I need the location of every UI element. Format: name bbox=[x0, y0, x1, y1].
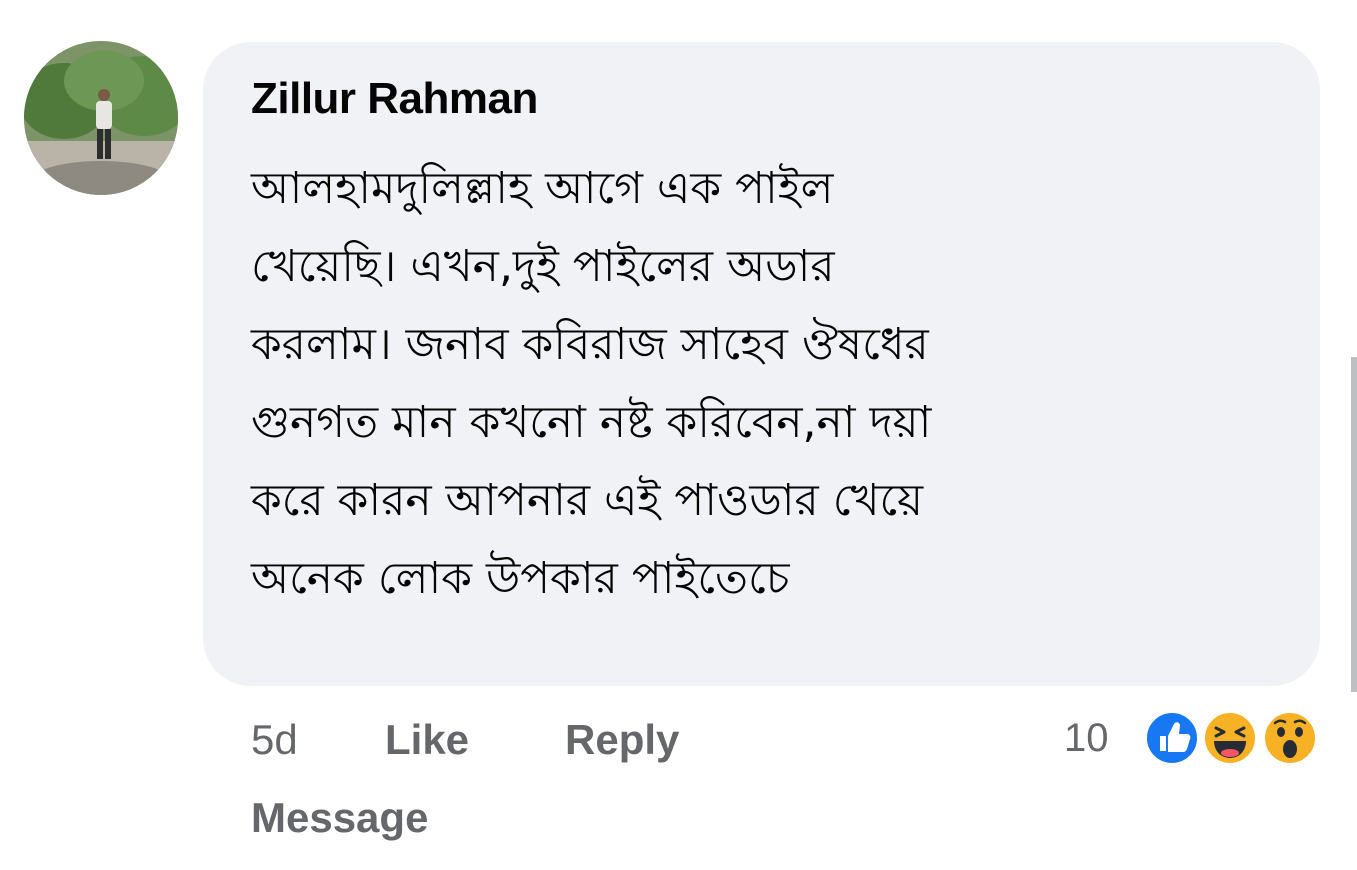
avatar-photo bbox=[24, 41, 178, 195]
like-button[interactable]: Like bbox=[385, 716, 469, 764]
message-button[interactable]: Message bbox=[251, 794, 428, 842]
comment-text-line: অনেক লোক উপকার পাইতেচে bbox=[251, 553, 790, 604]
scrollbar[interactable] bbox=[1351, 357, 1357, 692]
avatar[interactable] bbox=[24, 41, 178, 195]
reply-button[interactable]: Reply bbox=[565, 716, 679, 764]
author-name[interactable]: Zillur Rahman bbox=[251, 74, 538, 124]
timestamp[interactable]: 5d bbox=[251, 716, 298, 764]
like-icon bbox=[1142, 708, 1202, 768]
wow-icon bbox=[1260, 708, 1320, 768]
comment: Zillur Rahman আলহামদুলিল্লাহ আগে এক পাইল… bbox=[0, 0, 1357, 870]
comment-text-line: করলাম। জনাব কবিরাজ সাহেব ঔষধের bbox=[251, 319, 929, 370]
comment-text-line: খেয়েছি। এখন,দুই পাইলের অডার bbox=[251, 241, 835, 292]
haha-icon bbox=[1200, 708, 1260, 768]
comment-text-line: করে কারন আপনার এই পাওডার খেয়ে bbox=[251, 475, 924, 526]
comment-text-line: আলহামদুলিল্লাহ আগে এক পাইল bbox=[251, 163, 834, 214]
comment-text-line: গুনগত মান কখনো নষ্ট করিবেন,না দয়া bbox=[251, 397, 932, 448]
comment-text: আলহামদুলিল্লাহ আগে এক পাইল খেয়েছি। এখন,… bbox=[251, 150, 1291, 618]
reaction-count: 10 bbox=[1064, 716, 1109, 760]
